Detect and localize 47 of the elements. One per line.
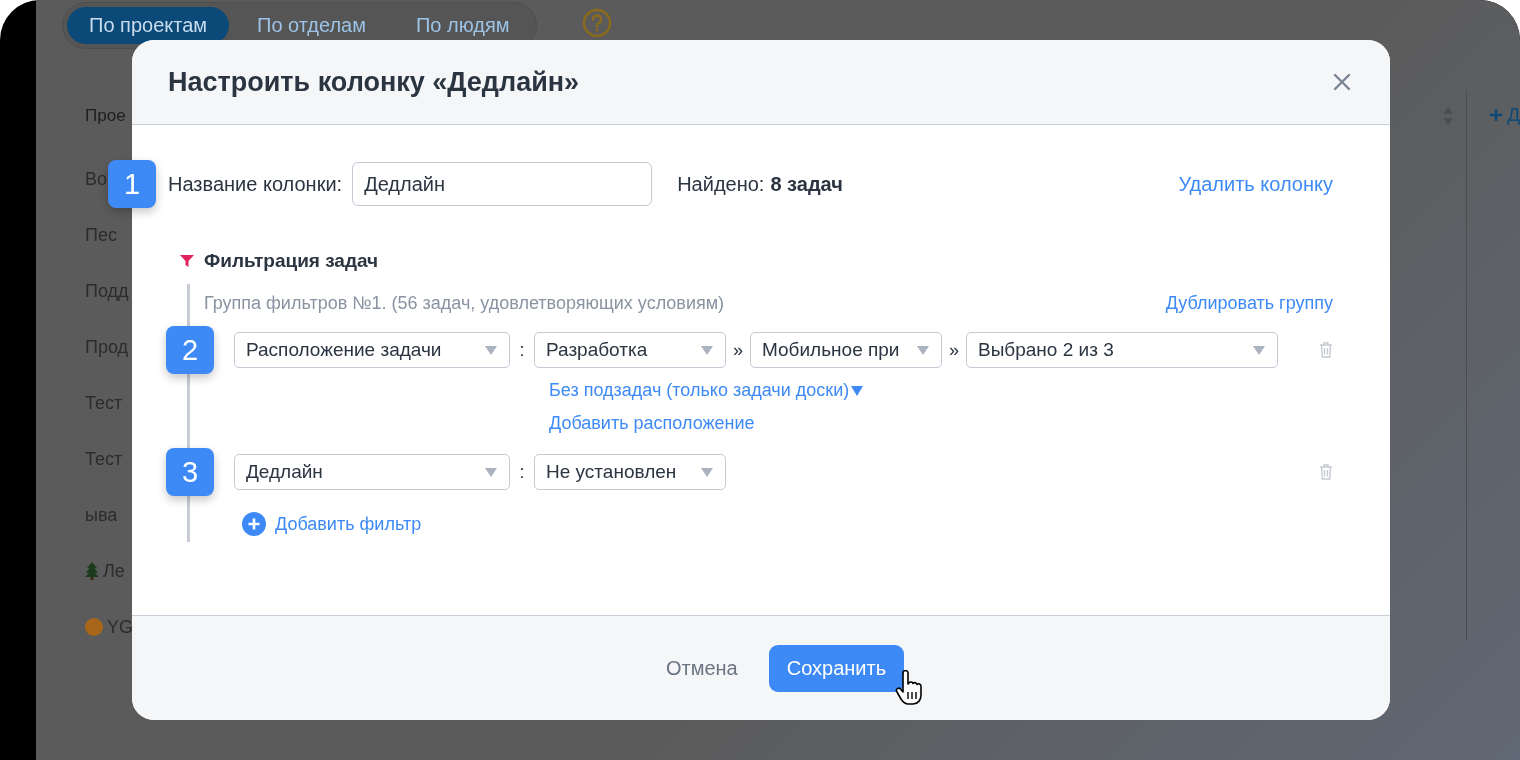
separator: : — [518, 339, 526, 361]
tab[interactable]: По отделам — [235, 7, 388, 44]
trash-icon[interactable] — [1319, 342, 1333, 358]
caret-icon — [485, 467, 497, 477]
add-filter-link[interactable]: Добавить фильтр — [242, 512, 422, 536]
separator: » — [948, 339, 960, 361]
dropdown[interactable]: Не установлен — [534, 454, 726, 490]
filter-option-link[interactable]: Без подзадач (только задачи доски) — [549, 380, 864, 401]
caret-icon — [917, 345, 929, 355]
close-icon[interactable] — [1333, 73, 1351, 91]
help-icon[interactable] — [582, 8, 612, 38]
group-caption: Группа фильтров №1. (56 задач, удовлетворяющих условиям) — [204, 292, 725, 314]
cancel-button[interactable]: Отмена — [659, 655, 744, 681]
separator: : — [518, 461, 526, 483]
section-title: Фильтрация задач — [204, 250, 379, 272]
caret-icon — [485, 345, 497, 355]
duplicate-group-link[interactable]: Дублировать группу — [1165, 292, 1333, 314]
caret-icon — [1253, 345, 1265, 355]
caret-icon — [701, 467, 713, 477]
tab[interactable]: По проектам — [67, 7, 230, 44]
dropdown[interactable]: Дедлайн — [234, 454, 510, 490]
dropdown[interactable]: Расположение задачи — [234, 332, 510, 368]
step-badge: 3 — [166, 448, 214, 496]
field-label: Название колонки: — [168, 172, 343, 196]
plus-icon — [1489, 108, 1504, 122]
delete-column-link[interactable]: Удалить колонку — [1178, 172, 1333, 196]
separator: » — [732, 339, 744, 361]
input-field[interactable]: Дедлайн — [352, 162, 653, 206]
found-label: Найдено: — [677, 172, 765, 196]
step-badge: 1 — [108, 160, 156, 208]
dropdown[interactable]: Выбрано 2 из 3 — [966, 332, 1278, 368]
column-header: Прое — [85, 106, 126, 126]
funnel-icon — [180, 254, 194, 268]
tree-icon — [85, 562, 99, 580]
tab[interactable]: По людям — [393, 7, 532, 44]
save-button[interactable]: Сохранить — [768, 644, 905, 692]
plus-circle-icon — [242, 512, 266, 536]
caret-icon — [701, 345, 713, 355]
step-badge: 2 — [166, 326, 214, 374]
caret-icon — [851, 385, 864, 396]
dialog-title: Настроить колонку «Дедлайн» — [168, 66, 580, 98]
trash-icon[interactable] — [1319, 464, 1333, 480]
hand-cursor-icon — [895, 670, 925, 706]
found-count: 8 задач — [770, 172, 843, 196]
dropdown[interactable]: Мобильное при — [750, 332, 942, 368]
filter-option-link[interactable]: Добавить расположение — [549, 413, 755, 434]
dropdown[interactable]: Разработка — [534, 332, 726, 368]
